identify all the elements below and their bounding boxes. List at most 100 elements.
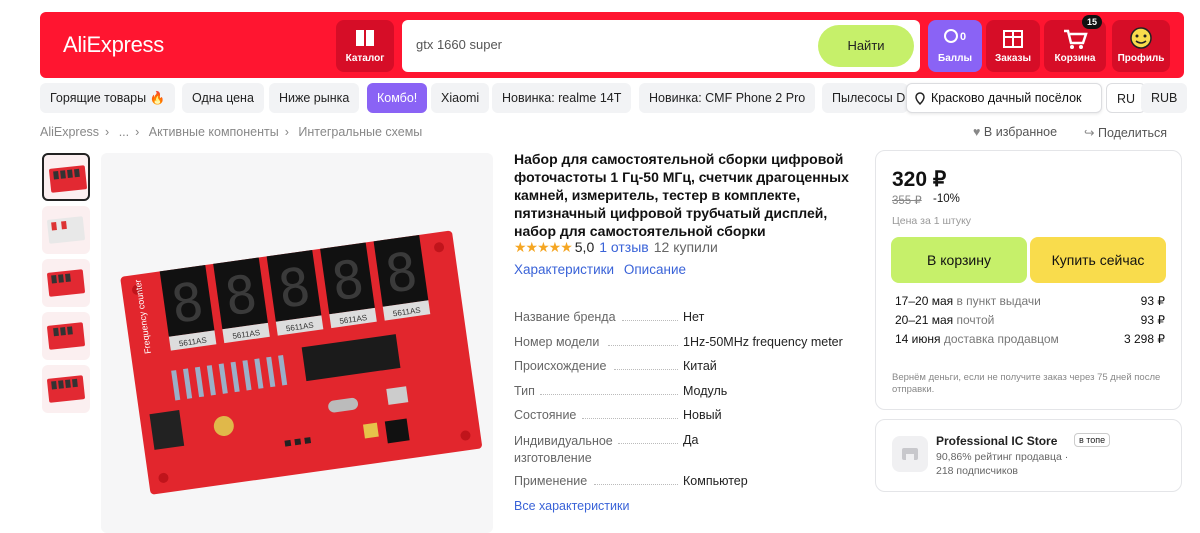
star-rating-icon: ★★★★★ bbox=[514, 239, 573, 255]
shipping-date: 20–21 мая bbox=[895, 313, 954, 327]
return-guarantee-note: Вернём деньги, если не получите заказ че… bbox=[892, 372, 1161, 395]
spec-value: Китай bbox=[683, 359, 717, 373]
catalog-button[interactable]: Каталог bbox=[336, 20, 394, 72]
breadcrumb-item[interactable]: Интегральные схемы bbox=[298, 125, 422, 139]
points-label: Баллы bbox=[938, 53, 972, 64]
product-title: Набор для самостоятельной сборки цифрово… bbox=[514, 151, 849, 239]
cart-button[interactable]: Корзина 15 bbox=[1044, 15, 1106, 72]
search-button[interactable]: Найти bbox=[818, 25, 914, 67]
search-bar: Найти bbox=[402, 20, 920, 72]
location-label: Красково дачный посёлок bbox=[931, 91, 1082, 105]
profile-button[interactable]: Профиль bbox=[1112, 20, 1170, 72]
spec-row: Состояние Новый bbox=[514, 408, 859, 433]
chip-hot-deals[interactable]: Горящие товары 🔥 bbox=[40, 83, 176, 113]
chip-cmf-phone[interactable]: Новинка: CMF Phone 2 Pro bbox=[639, 83, 816, 113]
location-pin-icon bbox=[915, 92, 925, 105]
chevron-right-icon: › bbox=[284, 125, 289, 139]
spec-key: Название бренда bbox=[514, 310, 616, 324]
chevron-right-icon: › bbox=[135, 125, 140, 139]
buy-box: 320 ₽ 355 ₽ -10% Цена за 1 штуку В корзи… bbox=[875, 150, 1182, 410]
store-card[interactable]: Professional IC Store в топе 90,86% рейт… bbox=[875, 419, 1182, 492]
thumbnail[interactable] bbox=[42, 153, 90, 201]
share-button[interactable]: ↪ Поделиться bbox=[1084, 125, 1167, 140]
chip-one-price[interactable]: Одна цена bbox=[182, 83, 264, 113]
favorite-label: В избранное bbox=[983, 125, 1058, 139]
store-name[interactable]: Professional IC Store bbox=[936, 434, 1057, 448]
price: 320 ₽ bbox=[892, 168, 947, 191]
breadcrumb-item[interactable]: ... bbox=[119, 125, 129, 139]
shipping-option[interactable]: 14 июня доставка продавцом 3 298 ₽ bbox=[895, 332, 1165, 350]
tab-specs[interactable]: Характеристики bbox=[514, 262, 614, 277]
catalog-label: Каталог bbox=[345, 53, 385, 64]
store-subscribers: 218 подписчиков bbox=[936, 465, 1019, 477]
shipping-option[interactable]: 20–21 мая почтой 93 ₽ bbox=[895, 313, 1165, 331]
thumbnail[interactable] bbox=[42, 206, 90, 254]
cart-label: Корзина bbox=[1054, 53, 1096, 64]
shipping-method: почтой bbox=[956, 313, 995, 327]
coin-icon: 0 bbox=[944, 29, 966, 43]
aliexpress-logo[interactable]: AliExpress bbox=[63, 32, 164, 58]
all-specs-link[interactable]: Все характеристики bbox=[514, 499, 629, 513]
store-top-badge: в топе bbox=[1074, 433, 1111, 447]
store-rating: 90,86% рейтинг продавца · bbox=[936, 451, 1069, 463]
chip-xiaomi[interactable]: Xiaomi bbox=[431, 83, 490, 113]
breadcrumb: AliExpress › ... › Активные компоненты › Ин… bbox=[40, 125, 428, 139]
thumbnail[interactable] bbox=[42, 312, 90, 360]
old-price: 355 ₽ bbox=[892, 195, 922, 207]
category-chips: Горящие товары 🔥 Одна цена Ниже рынка Ко… bbox=[40, 83, 1188, 113]
breadcrumb-item[interactable]: Активные компоненты bbox=[149, 125, 279, 139]
spec-value: Компьютер bbox=[683, 473, 748, 488]
thumbnail-list bbox=[42, 153, 92, 418]
specs-table: Название бренда Нет Номер модели 1Hz-50MHz… bbox=[514, 310, 859, 498]
cart-icon bbox=[1064, 29, 1088, 49]
chip-below-market[interactable]: Ниже рынка bbox=[269, 83, 360, 113]
bought-count: 12 купили bbox=[653, 239, 718, 255]
spec-row: Применение Компьютер bbox=[514, 474, 859, 499]
spec-row: Происхождение Китай bbox=[514, 359, 859, 384]
reviews-link[interactable]: 1 отзыв bbox=[599, 239, 649, 255]
location-selector[interactable]: Красково дачный посёлок bbox=[906, 83, 1102, 113]
shipping-method: в пункт выдачи bbox=[956, 294, 1041, 308]
buy-now-button[interactable]: Купить сейчас bbox=[1030, 237, 1166, 283]
store-icon bbox=[902, 448, 918, 460]
spec-key: Индивидуальное изготовление bbox=[514, 433, 613, 465]
profile-label: Профиль bbox=[1117, 53, 1165, 64]
smiley-avatar-icon bbox=[1130, 27, 1152, 49]
spec-key: Тип bbox=[514, 383, 535, 398]
spec-value: Да bbox=[683, 432, 699, 447]
store-avatar bbox=[892, 436, 928, 472]
shipping-option[interactable]: 17–20 мая в пункт выдачи 93 ₽ bbox=[895, 294, 1165, 312]
currency-selector[interactable]: RUB bbox=[1141, 83, 1188, 113]
top-header: AliExpress Каталог Найти 0 Баллы Заказы … bbox=[40, 12, 1184, 78]
orders-button[interactable]: Заказы bbox=[986, 20, 1040, 72]
chevron-right-icon: › bbox=[105, 125, 110, 139]
discount-badge: -10% bbox=[933, 193, 960, 205]
rating-value: 5,0 bbox=[574, 239, 595, 255]
thumbnail[interactable] bbox=[42, 365, 90, 413]
chip-combo[interactable]: Комбо! bbox=[367, 83, 428, 113]
spec-value: Модуль bbox=[683, 383, 728, 398]
cart-count-badge: 15 bbox=[1081, 15, 1102, 29]
spec-row: Название бренда Нет bbox=[514, 310, 859, 335]
search-input[interactable] bbox=[416, 37, 796, 52]
rating-row: ★★★★★ 5,0 1 отзыв 12 купили bbox=[514, 239, 718, 256]
unit-price-note: Цена за 1 штуку bbox=[892, 215, 972, 227]
shipping-date: 17–20 мая bbox=[895, 294, 954, 308]
thumbnail[interactable] bbox=[42, 259, 90, 307]
add-to-cart-button[interactable]: В корзину bbox=[891, 237, 1027, 283]
breadcrumb-item[interactable]: AliExpress bbox=[40, 125, 99, 139]
points-button[interactable]: 0 Баллы bbox=[928, 20, 982, 72]
spec-row: Индивидуальное изготовление Да bbox=[514, 433, 859, 474]
spec-key: Состояние bbox=[514, 408, 577, 422]
tab-description[interactable]: Описание bbox=[624, 262, 686, 277]
chip-realme[interactable]: Новинка: realme 14T bbox=[492, 83, 632, 113]
spec-value: Нет bbox=[683, 310, 705, 324]
shipping-price: 93 ₽ bbox=[1140, 313, 1165, 327]
spec-value: 1Hz-50MHz frequency meter bbox=[683, 334, 843, 349]
chip-vacuums[interactable]: Пылесосы D bbox=[822, 83, 908, 113]
product-main-image[interactable]: 8 8 8 8 8 5611AS 5611AS 5611AS 5611AS 56… bbox=[101, 153, 493, 533]
spec-key: Применение bbox=[514, 473, 588, 488]
shipping-date: 14 июня bbox=[895, 332, 941, 346]
favorite-button[interactable]: ♥ В избранное bbox=[973, 125, 1057, 139]
spec-row: Номер модели 1Hz-50MHz frequency meter bbox=[514, 335, 859, 360]
